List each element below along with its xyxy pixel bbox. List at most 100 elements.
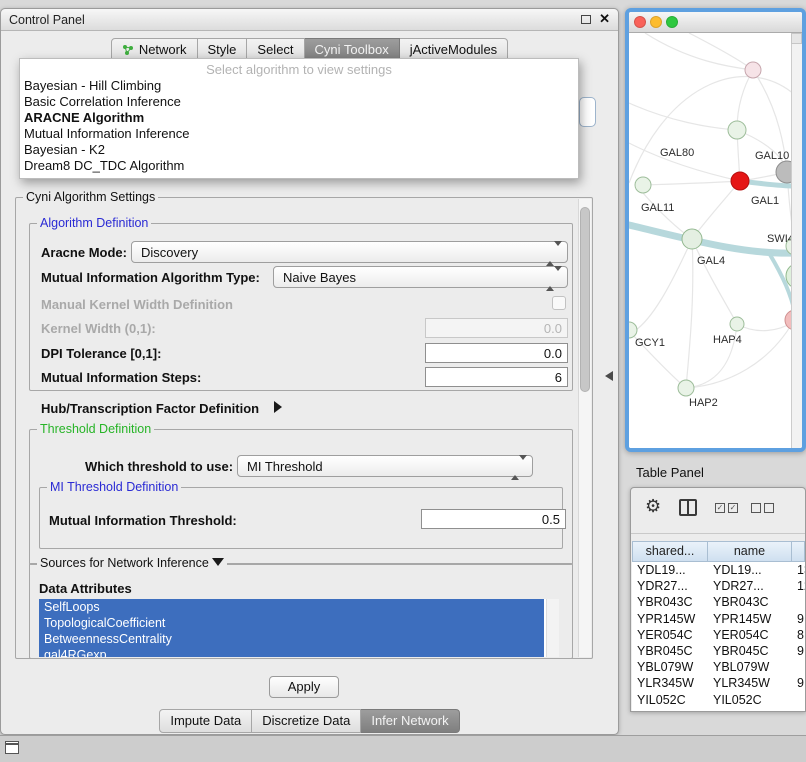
table-row[interactable]: YDL19...YDL19...13: [632, 562, 805, 578]
columns-icon[interactable]: [679, 499, 697, 516]
mi-threshold-field[interactable]: 0.5: [421, 509, 566, 529]
node-table: shared... name YDL19...YDL19...13 YDR27.…: [632, 541, 805, 711]
mi-steps-label: Mutual Information Steps:: [41, 370, 201, 385]
dropdown-prompt: Select algorithm to view settings: [20, 61, 578, 78]
cyni-settings-title: Cyni Algorithm Settings: [23, 190, 158, 204]
manual-kernel-checkbox[interactable]: [552, 296, 566, 310]
tab-impute-data[interactable]: Impute Data: [159, 709, 252, 733]
kernel-width-label: Kernel Width (0,1):: [41, 321, 156, 336]
disclosure-right-icon[interactable]: [274, 401, 282, 413]
which-threshold-label: Which threshold to use:: [85, 459, 233, 474]
bottom-tab-bar: Impute Data Discretize Data Infer Networ…: [1, 709, 618, 733]
table-row[interactable]: YDR27...YDR27...12: [632, 578, 805, 594]
attribute-item-selected[interactable]: TopologicalCoefficient: [39, 615, 544, 631]
control-panel-window: Control Panel ✕ Network Style Select Cyn…: [0, 8, 619, 735]
tab-label: jActiveModules: [410, 42, 497, 57]
column-header-shared-name[interactable]: shared...: [632, 541, 708, 562]
table-row[interactable]: YER054CYER054C8.: [632, 627, 805, 643]
network-window-titlebar[interactable]: [629, 12, 802, 33]
network-node-selected: [731, 172, 749, 190]
algorithm-option[interactable]: Basic Correlation Inference: [20, 94, 578, 110]
show-columns-icon[interactable]: ✓✓: [715, 503, 738, 513]
node-label: GAL10: [755, 150, 789, 162]
zoom-traffic-icon[interactable]: [666, 16, 678, 28]
attribute-item-selected[interactable]: BetweennessCentrality: [39, 631, 544, 647]
close-traffic-icon[interactable]: [634, 16, 646, 28]
network-node: [745, 62, 761, 78]
combo-arrows-icon: [546, 246, 562, 261]
window-title: Control Panel: [9, 13, 85, 27]
node-label: GAL11: [641, 202, 674, 214]
node-label: HAP2: [689, 397, 718, 409]
minimize-traffic-icon[interactable]: [650, 16, 662, 28]
node-label: GAL4: [697, 255, 725, 267]
table-row[interactable]: YBR045CYBR045C9.: [632, 643, 805, 659]
sources-title: Sources for Network Inference: [37, 556, 227, 570]
table-toolbar: ⚙ ✓✓: [631, 488, 805, 534]
table-row[interactable]: YPR145WYPR145W9.: [632, 611, 805, 627]
manual-kernel-label: Manual Kernel Width Definition: [41, 297, 233, 312]
table-row[interactable]: YBL079WYBL079W: [632, 659, 805, 675]
tab-label: Network: [139, 42, 187, 57]
control-panel-titlebar[interactable]: Control Panel ✕: [1, 9, 618, 31]
network-canvas[interactable]: GAL80 GAL10 GAL11 GAL1 GAL4 SWI4 GCY1 HA…: [629, 33, 795, 448]
hide-columns-icon[interactable]: [751, 503, 774, 513]
attribute-item-selected[interactable]: SelfLoops: [39, 599, 544, 615]
algorithm-option[interactable]: Bayesian - Hill Climbing: [20, 78, 578, 94]
network-node: [682, 229, 702, 249]
kernel-width-field[interactable]: 0.0: [425, 318, 568, 338]
tab-label: Infer Network: [371, 713, 448, 728]
apply-button[interactable]: Apply: [269, 676, 339, 698]
combo-arrows-icon: [511, 460, 527, 475]
mi-threshold-label: Mutual Information Threshold:: [49, 513, 237, 528]
algorithm-definition-title: Algorithm Definition: [37, 216, 151, 230]
tab-label: Discretize Data: [262, 713, 350, 728]
aracne-mode-combo[interactable]: Discovery: [131, 241, 568, 263]
disclosure-down-icon[interactable]: [212, 558, 224, 566]
node-label: GAL1: [751, 195, 779, 207]
mi-type-combo[interactable]: Naive Bayes: [273, 266, 568, 288]
tab-label: Select: [257, 42, 293, 57]
tab-label: Cyni Toolbox: [315, 42, 389, 57]
settings-scrollbar[interactable]: [578, 199, 591, 657]
threshold-definition-title: Threshold Definition: [37, 422, 154, 436]
column-header-name[interactable]: name: [708, 541, 792, 562]
network-node: [678, 380, 694, 396]
panel-dock-icon[interactable]: [5, 741, 19, 754]
tab-infer-network[interactable]: Infer Network: [361, 709, 459, 733]
dpi-tolerance-field[interactable]: 0.0: [425, 343, 568, 363]
which-threshold-combo[interactable]: MI Threshold: [237, 455, 533, 477]
hidden-control-sliver: [579, 97, 596, 127]
algorithm-option-selected[interactable]: ARACNE Algorithm: [20, 110, 578, 126]
float-icon[interactable]: [581, 15, 591, 24]
algorithm-option[interactable]: Bayesian - K2: [20, 142, 578, 158]
attribute-item-selected[interactable]: gal4RGexp: [39, 647, 544, 657]
combo-arrows-icon: [546, 271, 562, 286]
dpi-tolerance-label: DPI Tolerance [0,1]:: [41, 346, 161, 361]
algorithm-option[interactable]: Dream8 DC_TDC Algorithm: [20, 158, 578, 174]
tab-label: Impute Data: [170, 713, 241, 728]
table-row[interactable]: YIL052CYIL052C: [632, 692, 805, 708]
algorithm-option[interactable]: Mutual Information Inference: [20, 126, 578, 142]
attribute-list: SelfLoops TopologicalCoefficient Between…: [39, 599, 559, 657]
network-vertical-scrollbar[interactable]: [791, 33, 802, 448]
splitter-collapse-icon[interactable]: [605, 371, 613, 381]
column-header-partial[interactable]: [792, 541, 805, 562]
node-label: GAL80: [660, 147, 694, 159]
attribute-list-scrollbar[interactable]: [546, 599, 559, 657]
network-node: [728, 121, 746, 139]
table-row[interactable]: YBR043CYBR043C: [632, 594, 805, 610]
mi-steps-field[interactable]: 6: [425, 367, 568, 387]
close-icon[interactable]: ✕: [599, 13, 610, 25]
which-threshold-value: MI Threshold: [247, 459, 323, 474]
mi-type-value: Naive Bayes: [283, 270, 356, 285]
gear-icon[interactable]: ⚙: [645, 497, 661, 515]
data-attributes-label: Data Attributes: [39, 581, 132, 596]
aracne-mode-value: Discovery: [141, 245, 198, 260]
network-scroll-button[interactable]: [791, 33, 802, 44]
scrollbar-thumb[interactable]: [580, 207, 590, 392]
table-row[interactable]: YLR345WYLR345W9.: [632, 675, 805, 691]
node-label: SWI4: [767, 233, 794, 245]
tab-discretize-data[interactable]: Discretize Data: [252, 709, 361, 733]
hub-section-label: Hub/Transcription Factor Definition: [41, 401, 259, 416]
